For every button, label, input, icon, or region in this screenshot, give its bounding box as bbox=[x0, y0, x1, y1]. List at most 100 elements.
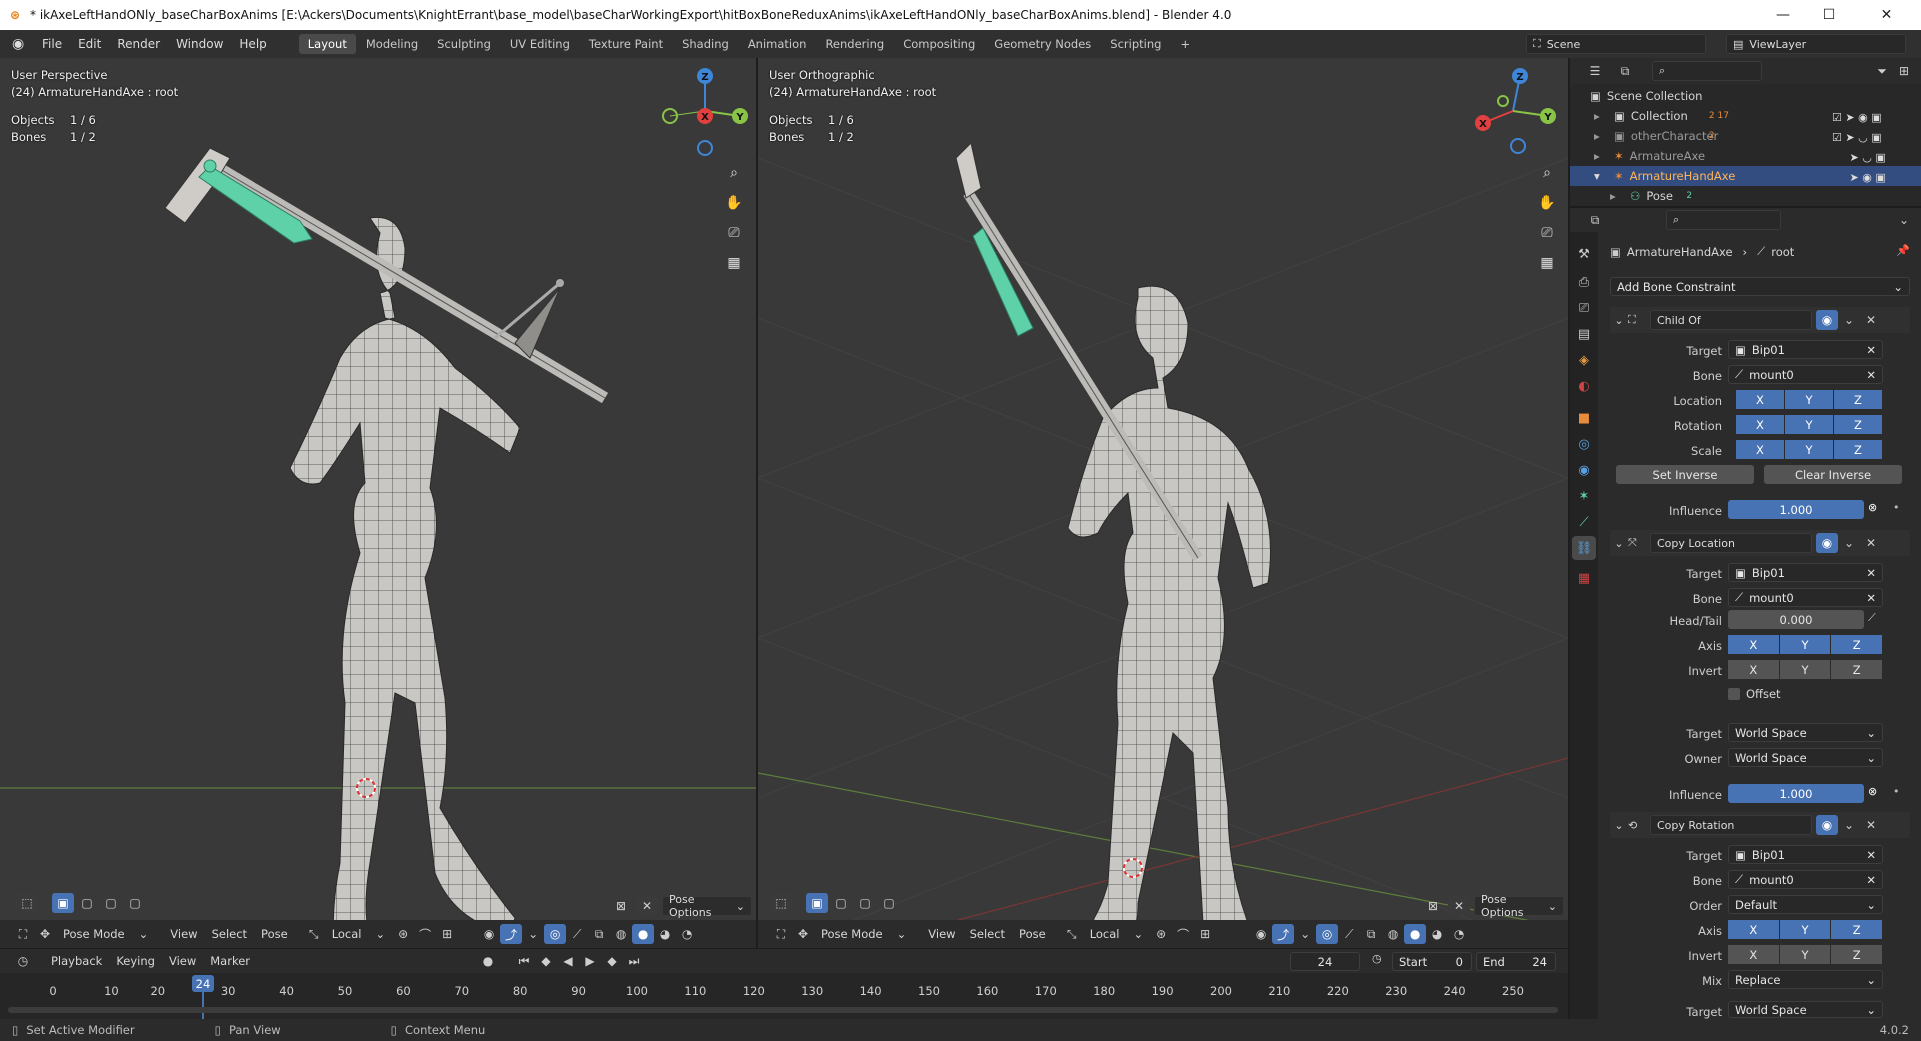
gizmo-options-icon[interactable]: ⌄ bbox=[1294, 924, 1316, 944]
navigation-gizmo[interactable]: Z Y X bbox=[660, 66, 750, 156]
mode-dropdown[interactable]: Pose Mode bbox=[814, 927, 890, 941]
target-field[interactable]: ▣ Bip01 ✕ bbox=[1728, 563, 1883, 582]
end-frame-field[interactable]: End 24 bbox=[1476, 952, 1556, 971]
xray-toggle-icon[interactable]: ⊠ bbox=[1422, 896, 1444, 916]
playback-menu[interactable]: Playback bbox=[44, 954, 109, 968]
shading-material-icon[interactable]: ◕ bbox=[654, 924, 676, 944]
playhead-line[interactable] bbox=[202, 992, 204, 1019]
toggle-x[interactable]: X bbox=[1728, 660, 1780, 679]
add-workspace-icon[interactable]: + bbox=[1171, 34, 1199, 54]
shading-solid-icon[interactable]: ● bbox=[632, 924, 655, 944]
select-box-invert-icon[interactable]: ▢ bbox=[878, 893, 900, 913]
menu-pose[interactable]: Pose bbox=[254, 927, 295, 941]
chevron-down-icon[interactable]: ⌄ bbox=[1838, 815, 1860, 835]
chevron-down-icon[interactable]: ⌄ bbox=[1838, 533, 1860, 553]
play-icon[interactable]: ▶ bbox=[579, 951, 601, 971]
jump-keyframe-forward-icon[interactable]: ◆ bbox=[601, 951, 623, 971]
camera-render-icon[interactable]: ▣ bbox=[1871, 131, 1881, 144]
texture-tab-icon[interactable]: ▦ bbox=[1572, 566, 1596, 590]
expand-arrow-icon[interactable]: ▸ bbox=[1594, 129, 1608, 143]
menu-edit[interactable]: Edit bbox=[70, 37, 109, 51]
toggle-z[interactable]: Z bbox=[1831, 945, 1884, 964]
target-space-dropdown[interactable]: World Space ⌄ bbox=[1728, 1001, 1883, 1018]
modifier-tab-icon[interactable]: ◎ bbox=[1572, 432, 1596, 456]
camera-icon[interactable]: ⎚ bbox=[723, 222, 745, 244]
properties-editor-icon[interactable]: ⧉ bbox=[1584, 210, 1606, 230]
overlay-toggle-icon[interactable]: ◎ bbox=[544, 924, 567, 944]
close-button[interactable]: ✕ bbox=[1852, 0, 1921, 30]
outliner-search-input[interactable]: ⌕ bbox=[1652, 61, 1762, 81]
menu-file[interactable]: File bbox=[34, 37, 70, 51]
tab-shading[interactable]: Shading bbox=[673, 34, 738, 54]
tab-compositing[interactable]: Compositing bbox=[894, 34, 984, 54]
object-tab-icon[interactable]: ■ bbox=[1572, 406, 1596, 430]
eye-closed-icon[interactable]: ◡ bbox=[1858, 131, 1868, 144]
menu-pose[interactable]: Pose bbox=[1012, 927, 1053, 941]
pan-hand-icon[interactable]: ✋ bbox=[723, 192, 745, 214]
tab-uv-editing[interactable]: UV Editing bbox=[501, 34, 579, 54]
clear-icon[interactable]: ✕ bbox=[1866, 343, 1882, 357]
clock-icon[interactable]: ◷ bbox=[1372, 952, 1382, 965]
new-collection-icon[interactable]: ⊞ bbox=[1893, 61, 1915, 81]
pivot-icon[interactable]: ⊛ bbox=[1150, 924, 1172, 944]
select-arrow-icon[interactable]: ➤ bbox=[1849, 171, 1858, 184]
invert-toggles[interactable]: XYZ bbox=[1728, 945, 1884, 964]
toggle-z[interactable]: Z bbox=[1831, 920, 1884, 939]
gizmo-toggle-icon[interactable]: ⤴ bbox=[500, 924, 523, 944]
tab-rendering[interactable]: Rendering bbox=[816, 34, 893, 54]
bone-icon[interactable]: ⟋ bbox=[566, 924, 588, 944]
bone-field[interactable]: ⟋ mount0 ✕ bbox=[1728, 588, 1883, 607]
select-arrow-icon[interactable]: ➤ bbox=[1845, 111, 1854, 124]
overlay-toggle-icon[interactable]: ◎ bbox=[1316, 924, 1339, 944]
eye-icon[interactable]: ◉ bbox=[1816, 815, 1838, 835]
shading-wireframe-icon[interactable]: ◍ bbox=[1382, 924, 1404, 944]
toggle-y[interactable]: Y bbox=[1785, 440, 1834, 459]
navigation-gizmo[interactable]: Z Y X bbox=[1468, 66, 1558, 156]
headtail-field[interactable]: 0.000 bbox=[1728, 610, 1864, 629]
collapse-arrow-icon[interactable]: ▾ bbox=[1594, 169, 1608, 183]
pin-icon[interactable]: 📌 bbox=[1896, 244, 1910, 257]
pose-options-dropdown[interactable]: Pose Options ⌄ bbox=[662, 893, 752, 919]
xray-toggle-icon[interactable]: ⊠ bbox=[610, 896, 632, 916]
bone-field[interactable]: ⟋ mount0 ✕ bbox=[1728, 365, 1883, 384]
disable-keep-transform-icon[interactable]: ⊗ bbox=[1868, 501, 1877, 514]
snap-target-icon[interactable]: ⊞ bbox=[436, 924, 458, 944]
toggle-y[interactable]: Y bbox=[1785, 390, 1834, 409]
shading-rendered-icon[interactable]: ◔ bbox=[1448, 924, 1470, 944]
orientation-dropdown[interactable]: Local bbox=[1083, 927, 1127, 941]
toggle-x[interactable]: X bbox=[1736, 415, 1785, 434]
minimize-button[interactable]: — bbox=[1760, 0, 1806, 30]
toggle-x[interactable]: X bbox=[1736, 390, 1785, 409]
bone-constraint-tab-icon[interactable]: ⛓ bbox=[1572, 536, 1596, 560]
start-frame-field[interactable]: Start 0 bbox=[1392, 952, 1472, 971]
world-tab-icon[interactable]: ◐ bbox=[1572, 374, 1596, 398]
clear-icon[interactable]: ✕ bbox=[1866, 591, 1882, 605]
eye-icon[interactable]: ◉ bbox=[1862, 171, 1872, 184]
target-field[interactable]: ▣ Bip01 ✕ bbox=[1728, 845, 1883, 864]
eye-icon[interactable]: ◉ bbox=[1858, 111, 1868, 124]
select-arrow-icon[interactable]: ➤ bbox=[1849, 151, 1858, 164]
zoom-icon[interactable]: ⌕ bbox=[1536, 162, 1558, 184]
target-field[interactable]: ▣ Bip01 ✕ bbox=[1728, 340, 1883, 359]
camera-render-icon[interactable]: ▣ bbox=[1871, 111, 1881, 124]
close-icon[interactable]: ✕ bbox=[1860, 815, 1882, 835]
collapse-chevron-icon[interactable]: ⌄ bbox=[1610, 537, 1628, 550]
keyframe-dot-icon[interactable]: • bbox=[1893, 501, 1900, 514]
expand-arrow-icon[interactable]: ▸ bbox=[1594, 149, 1608, 163]
orientation-dropdown[interactable]: Local bbox=[325, 927, 369, 941]
invert-toggles[interactable]: XYZ bbox=[1728, 660, 1884, 679]
output-tab-icon[interactable]: ⎚ bbox=[1572, 296, 1596, 320]
perspective-grid-icon[interactable]: ▦ bbox=[723, 252, 745, 274]
set-inverse-button[interactable]: Set Inverse bbox=[1616, 465, 1754, 484]
bone-tab-icon[interactable]: ⟋ bbox=[1572, 510, 1596, 534]
toggle-z[interactable]: Z bbox=[1834, 415, 1883, 434]
scene-collection-row[interactable]: ▣ Scene Collection bbox=[1590, 86, 1920, 106]
constraint-name-field[interactable]: Copy Rotation bbox=[1650, 815, 1812, 835]
target-space-dropdown[interactable]: World Space ⌄ bbox=[1728, 723, 1883, 742]
visibility-icon[interactable]: ◉ bbox=[478, 924, 500, 944]
menu-select[interactable]: Select bbox=[963, 927, 1012, 941]
toggle-x[interactable]: X bbox=[1736, 440, 1785, 459]
disable-keep-transform-icon[interactable]: ⊗ bbox=[1868, 785, 1877, 798]
bone-field[interactable]: ⟋ mount0 ✕ bbox=[1728, 870, 1883, 889]
checkbox-icon[interactable] bbox=[1728, 688, 1740, 700]
